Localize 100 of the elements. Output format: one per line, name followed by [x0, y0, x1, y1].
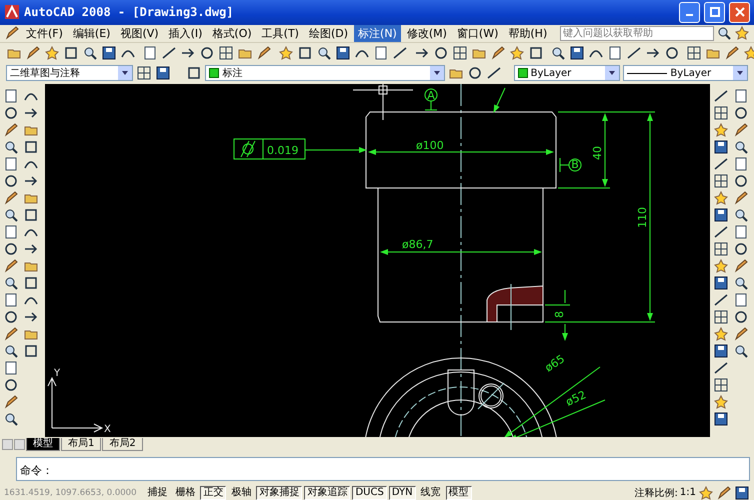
magnifier-icon[interactable]	[550, 44, 566, 61]
page-icon[interactable]	[3, 156, 19, 172]
pencil-icon[interactable]	[733, 258, 749, 274]
star-icon[interactable]	[278, 44, 294, 61]
layout-tab[interactable]: 布局2	[102, 438, 143, 452]
menu-item[interactable]: 标注(N)	[354, 24, 401, 42]
circle-icon[interactable]	[664, 44, 680, 61]
pencil-icon[interactable]	[3, 394, 19, 410]
square-icon[interactable]	[23, 139, 39, 156]
magnifier-icon[interactable]	[3, 275, 19, 292]
circle-icon[interactable]	[3, 173, 19, 190]
status-toggle[interactable]: 对象捕捉	[256, 486, 302, 500]
menu-item[interactable]: 绘图(D)	[304, 24, 352, 42]
pencil-icon[interactable]	[733, 122, 749, 138]
status-toggle[interactable]: DUCS	[352, 486, 387, 500]
grid-icon[interactable]	[713, 241, 729, 258]
square-icon[interactable]	[528, 44, 544, 61]
layer-dropdown[interactable]: 标注	[205, 65, 445, 82]
menu-item[interactable]: 插入(I)	[164, 24, 206, 42]
pencil-icon[interactable]	[25, 44, 41, 61]
circle-icon[interactable]	[3, 105, 19, 122]
circle-icon[interactable]	[733, 309, 749, 326]
magnifier-icon[interactable]	[3, 411, 19, 428]
magnifier-icon[interactable]	[316, 44, 332, 61]
circle-icon[interactable]	[3, 309, 19, 326]
grid-icon[interactable]	[713, 105, 729, 122]
line-icon[interactable]	[161, 44, 177, 61]
caret-icon[interactable]	[605, 66, 620, 80]
grid-icon[interactable]	[686, 44, 702, 61]
star-icon[interactable]	[713, 258, 729, 274]
pencil-icon[interactable]	[490, 44, 506, 61]
magnifier-icon[interactable]	[733, 343, 749, 360]
status-toggle[interactable]: 正交	[200, 486, 226, 500]
circle-icon[interactable]	[733, 173, 749, 190]
line-icon[interactable]	[713, 156, 729, 172]
help-search-field[interactable]: 键入问题以获取帮助	[560, 26, 714, 41]
page-icon[interactable]	[142, 44, 158, 61]
square-icon[interactable]	[23, 343, 39, 360]
pencil-icon[interactable]	[733, 326, 749, 342]
grid-icon[interactable]	[713, 377, 729, 394]
page-icon[interactable]	[373, 44, 389, 61]
status-toggle[interactable]: 栅格	[172, 486, 198, 500]
magnifier-icon[interactable]	[82, 44, 98, 61]
square-icon[interactable]	[23, 275, 39, 292]
line-icon[interactable]	[713, 292, 729, 308]
star-icon[interactable]	[713, 122, 729, 138]
grid-icon[interactable]	[452, 44, 468, 61]
magnifier-icon[interactable]	[3, 207, 19, 224]
close-button[interactable]	[729, 2, 750, 23]
circle-icon[interactable]	[199, 44, 215, 61]
page-icon[interactable]	[733, 292, 749, 308]
magnifier-icon[interactable]	[733, 275, 749, 292]
line-icon[interactable]	[392, 44, 408, 61]
menu-item[interactable]: 文件(F)	[22, 24, 67, 42]
square-icon[interactable]	[186, 65, 202, 82]
grid-icon[interactable]	[713, 173, 729, 190]
circle-icon[interactable]	[3, 377, 19, 394]
pencil-icon[interactable]	[3, 190, 19, 206]
star-icon[interactable]	[743, 44, 754, 61]
page-icon[interactable]	[3, 292, 19, 308]
status-toggle[interactable]: DYN	[388, 486, 416, 500]
pencil-icon[interactable]	[3, 258, 19, 274]
status-toggle[interactable]: 模型	[446, 486, 472, 500]
status-toggle[interactable]: 对象追踪	[304, 486, 350, 500]
menu-item[interactable]: 格式(O)	[208, 24, 256, 42]
menu-item[interactable]: 窗口(W)	[452, 24, 502, 42]
status-toggle[interactable]: 捕捉	[144, 486, 170, 500]
magnifier-icon[interactable]	[716, 25, 732, 42]
pencil-icon[interactable]	[716, 484, 732, 500]
maximize-button[interactable]	[704, 2, 725, 23]
circle-icon[interactable]	[433, 44, 449, 61]
grid-icon[interactable]	[713, 309, 729, 326]
page-icon[interactable]	[733, 224, 749, 240]
menu-item[interactable]: 帮助(H)	[504, 24, 552, 42]
star-icon[interactable]	[44, 44, 60, 61]
line-icon[interactable]	[626, 44, 642, 61]
grid-icon[interactable]	[218, 44, 234, 61]
line-icon[interactable]	[713, 360, 729, 376]
page-icon[interactable]	[3, 88, 19, 104]
star-icon[interactable]	[713, 190, 729, 206]
circle-icon[interactable]	[3, 241, 19, 258]
menu-item[interactable]: 修改(M)	[402, 24, 451, 42]
square-icon[interactable]	[63, 44, 79, 61]
magnifier-icon[interactable]	[733, 139, 749, 156]
page-icon[interactable]	[607, 44, 623, 61]
menu-item[interactable]: 编辑(E)	[68, 24, 114, 42]
status-toggle[interactable]: 极轴	[228, 486, 254, 500]
workspace-dropdown[interactable]: 二维草图与注释	[6, 65, 133, 82]
page-icon[interactable]	[3, 360, 19, 376]
star-icon[interactable]	[713, 394, 729, 410]
line-icon[interactable]	[713, 88, 729, 104]
magnifier-icon[interactable]	[3, 139, 19, 156]
linetype-dropdown[interactable]: ByLayer	[623, 65, 748, 82]
star-icon[interactable]	[734, 25, 750, 42]
pencil-icon[interactable]	[724, 44, 740, 61]
page-icon[interactable]	[733, 88, 749, 104]
magnifier-icon[interactable]	[733, 207, 749, 224]
star-icon[interactable]	[713, 326, 729, 342]
layout-tab[interactable]: 模型	[26, 438, 60, 452]
menu-item[interactable]: 视图(V)	[116, 24, 163, 42]
